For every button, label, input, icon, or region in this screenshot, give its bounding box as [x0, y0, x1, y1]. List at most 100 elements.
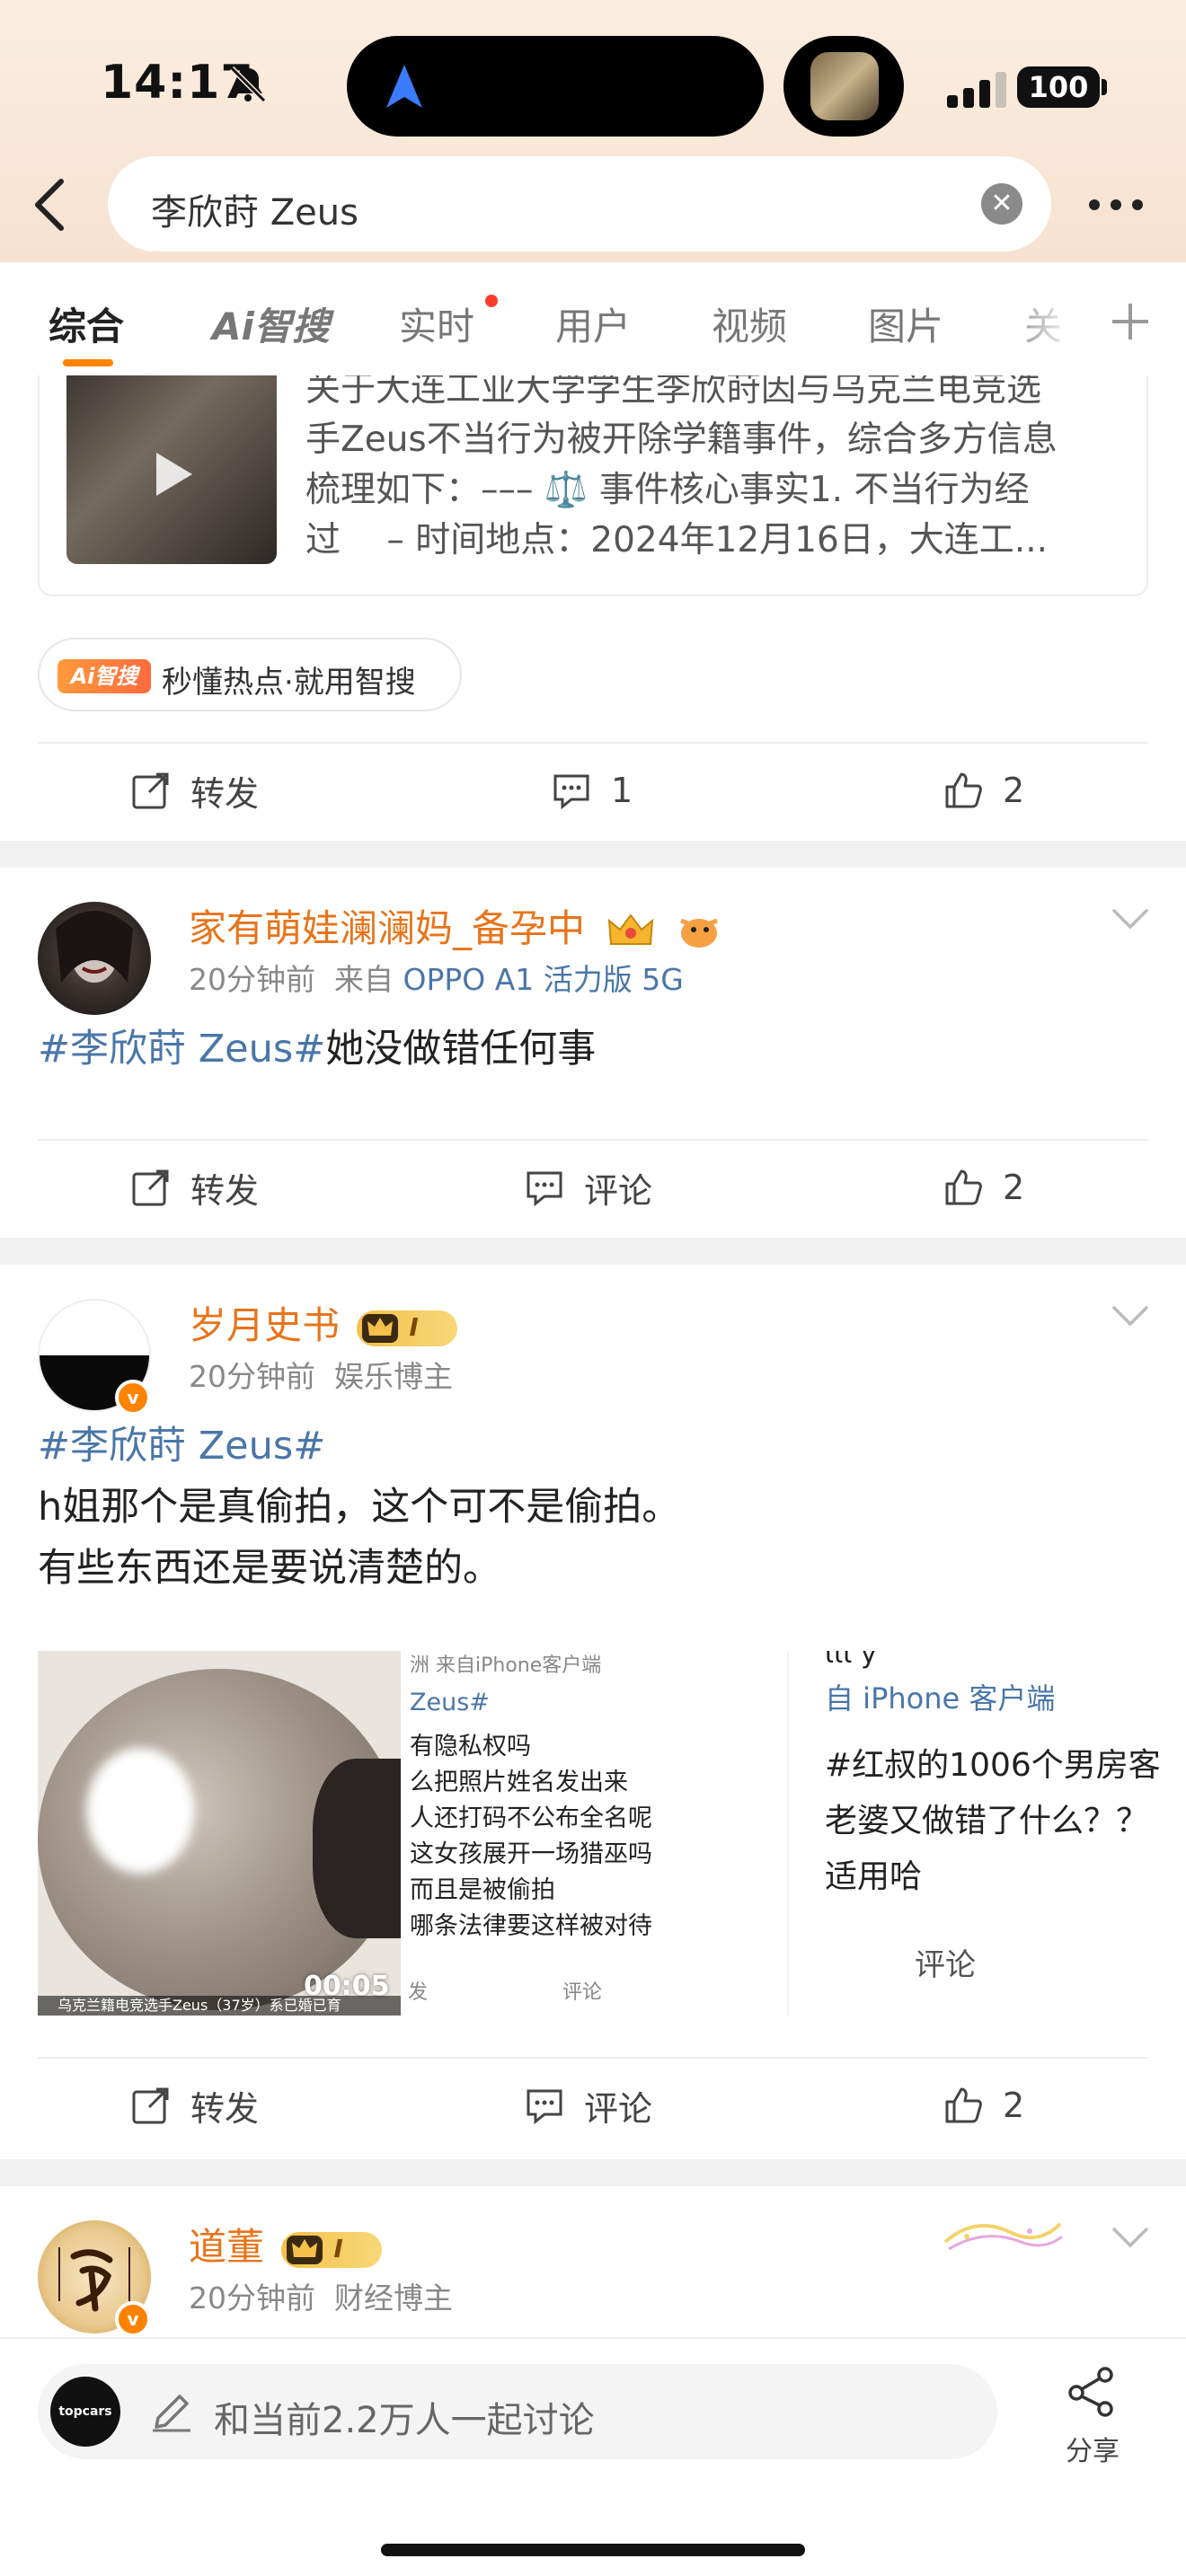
more-options-icon[interactable] [1087, 196, 1145, 214]
video-preview[interactable]: 00:05 乌克兰籍电竞选手Zeus（37岁）系已婚已育 [38, 1651, 401, 2016]
hashtag-link[interactable]: #李欣莳 Zeus# [38, 1027, 325, 1072]
summary-line: 手Zeus不当行为被开除学籍事件，综合多方信息 [305, 419, 1058, 460]
pencil-icon [153, 2395, 190, 2432]
post-text: 她没做错任何事 [325, 1027, 597, 1072]
ai-summary-card[interactable]: 关于大连工业大学学生李欣莳因与乌克兰电竞选 手Zeus不当行为被开除学籍事件，综… [38, 375, 1148, 596]
discuss-input[interactable]: topcars 和当前2.2万人一起讨论 [38, 2364, 997, 2459]
verified-badge-icon: v [115, 1380, 151, 1416]
member-level-badge: I [357, 1310, 458, 1346]
thumbs-up-icon [945, 2087, 982, 2123]
search-input[interactable]: 李欣莳 Zeus ✕ [108, 156, 1051, 251]
action-bar: 转发 评论 2 [0, 2059, 1186, 2148]
bottom-bar: topcars 和当前2.2万人一起讨论 分享 [0, 2337, 1186, 2576]
like-button[interactable]: 2 [943, 769, 1024, 812]
username-row[interactable]: 道董 I [189, 2217, 383, 2272]
image-collage[interactable]: 00:05 乌克兰籍电竞选手Zeus（37岁）系已婚已育 洲 来自iPhone客… [38, 1651, 1186, 2016]
member-level-badge: I [281, 2231, 383, 2268]
avatar-art [56, 911, 133, 983]
tab-realtime[interactable]: 实时 [399, 296, 474, 351]
media-thumbnail [810, 52, 879, 120]
username: 岁月史书 [189, 1303, 341, 1347]
back-arrow-icon[interactable] [27, 176, 72, 234]
post-card[interactable]: v 岁月史书 I 20分钟前 娱乐博主 #李欣莳 Zeus# h姐那个是真偷拍，… [0, 1265, 1186, 2159]
section-gap [0, 841, 1186, 868]
level-number: I [409, 1311, 419, 1342]
now-playing-island[interactable] [783, 36, 904, 137]
thumbs-up-icon [945, 772, 982, 808]
add-channel-icon[interactable] [1109, 300, 1152, 343]
username-row[interactable]: 家有萌娃澜澜妈_备孕中 [189, 898, 721, 953]
post-source[interactable]: OPPO A1 活力版 5G [403, 962, 683, 997]
screenshot-line: 哪条法律要这样被对待 [410, 1912, 652, 1940]
share-icon[interactable] [1066, 2366, 1118, 2418]
screenshot-line: 有隐私权吗 [410, 1733, 531, 1760]
post-meta: 20分钟前 财经博主 [189, 2274, 453, 2317]
clear-search-icon[interactable]: ✕ [981, 183, 1022, 225]
post-time: 20分钟前 [189, 1359, 315, 1394]
repost-button[interactable]: 转发 [131, 1166, 259, 1211]
repost-icon [132, 2087, 169, 2124]
screenshot-line: 而且是被偷拍 [410, 1876, 555, 1904]
video-caption: 乌克兰籍电竞选手Zeus（37岁）系已婚已育 [38, 1996, 401, 2016]
screenshot-image[interactable]: 洲 来自iPhone客户端 Zeus# 有隐私权吗 么把照片姓名发出来 人还打码… [401, 1651, 787, 2016]
screenshot-line: 适用哈 [825, 1858, 923, 1895]
verified-badge-icon: v [115, 2301, 151, 2337]
ai-search-badge: Ai智搜 [58, 659, 151, 693]
comment-button[interactable]: 1 [552, 769, 633, 812]
action-bar: 转发 1 2 [0, 744, 1186, 834]
like-button[interactable]: 2 [943, 1166, 1024, 1209]
section-gap [0, 2159, 1186, 2186]
repost-icon [132, 1169, 169, 1206]
active-tab-indicator [63, 359, 113, 366]
screenshot-line: #红叔的1006个男房客 [825, 1747, 1161, 1784]
tab-images[interactable]: 图片 [868, 296, 943, 351]
comment-icon [527, 2089, 562, 2125]
screenshot-source: 自 iPhone 客户端 [825, 1681, 1056, 1716]
action-bar: 转发 评论 2 [0, 1141, 1186, 1231]
chevron-down-icon[interactable] [1111, 1304, 1150, 1328]
header-area: 14:17 100 李欣莳 Zeus ✕ [0, 0, 1186, 262]
repost-button[interactable]: 转发 [131, 2084, 259, 2129]
comment-icon [553, 774, 589, 810]
comment-button[interactable]: 评论 [525, 1166, 652, 1211]
post-time: 20分钟前 [189, 2280, 315, 2316]
comment-label: 评论 [584, 1170, 653, 1211]
photo-detail [313, 1759, 401, 1938]
tab-comprehensive[interactable]: 综合 [49, 296, 124, 351]
tab-videos[interactable]: 视频 [712, 296, 787, 351]
dynamic-island[interactable] [347, 36, 764, 137]
comment-icon [527, 1171, 562, 1207]
avatar[interactable] [38, 902, 151, 1015]
home-indicator [381, 2544, 805, 2556]
level-crown-icon [287, 2235, 323, 2264]
play-icon [156, 453, 192, 496]
hashtag-link[interactable]: #李欣莳 Zeus# [38, 1416, 680, 1477]
chevron-down-icon[interactable] [1111, 2226, 1150, 2249]
ai-search-chip[interactable]: Ai智搜 秒懂热点·就用智搜 [38, 638, 462, 711]
share-label[interactable]: 分享 [1066, 2429, 1120, 2468]
post-body: #李欣莳 Zeus#她没做错任何事 [38, 1019, 596, 1080]
comment-button[interactable]: 评论 [525, 2084, 652, 2129]
pet-badge-icon [679, 918, 718, 948]
summary-text: 关于大连工业大学学生李欣莳因与乌克兰电竞选 手Zeus不当行为被开除学籍事件，综… [305, 375, 1123, 566]
post-line: h姐那个是真偷拍，这个可不是偷拍。 [38, 1485, 681, 1530]
tab-users[interactable]: 用户 [555, 296, 631, 351]
post-meta: 20分钟前 来自 OPPO A1 活力版 5G [189, 956, 684, 999]
level-number: I [333, 2233, 343, 2263]
post-line: 有些东西还是要说清楚的。 [38, 1546, 501, 1591]
screenshot-image[interactable]: ιιι y 自 iPhone 客户端 #红叔的1006个男房客 老婆又做错了什么… [787, 1651, 1186, 2016]
chevron-down-icon[interactable] [1111, 907, 1150, 931]
battery-indicator: 100 [1017, 66, 1100, 108]
post-card[interactable]: 家有萌娃澜澜妈_备孕中 20分钟前 来自 OPPO A1 活力版 5G #李欣莳… [0, 868, 1186, 1238]
summary-line: 过 – 时间地点：2024年12月16日，大连工... [305, 520, 1048, 560]
post-card[interactable]: v 道董 I 20分钟前 财经博主 [0, 2186, 1186, 2337]
video-thumbnail[interactable] [66, 375, 277, 564]
screenshot-line: 老婆又做错了什么？？ [825, 1803, 1149, 1839]
mosaic-blur [86, 1748, 194, 1874]
level-crown-icon [362, 1313, 399, 1343]
screenshot-footer: 评论 [562, 1981, 603, 2004]
tab-ai-search[interactable]: Ai智搜 [212, 296, 330, 351]
username-row[interactable]: 岁月史书 I [189, 1295, 458, 1350]
repost-button[interactable]: 转发 [131, 769, 259, 814]
like-button[interactable]: 2 [943, 2084, 1024, 2127]
